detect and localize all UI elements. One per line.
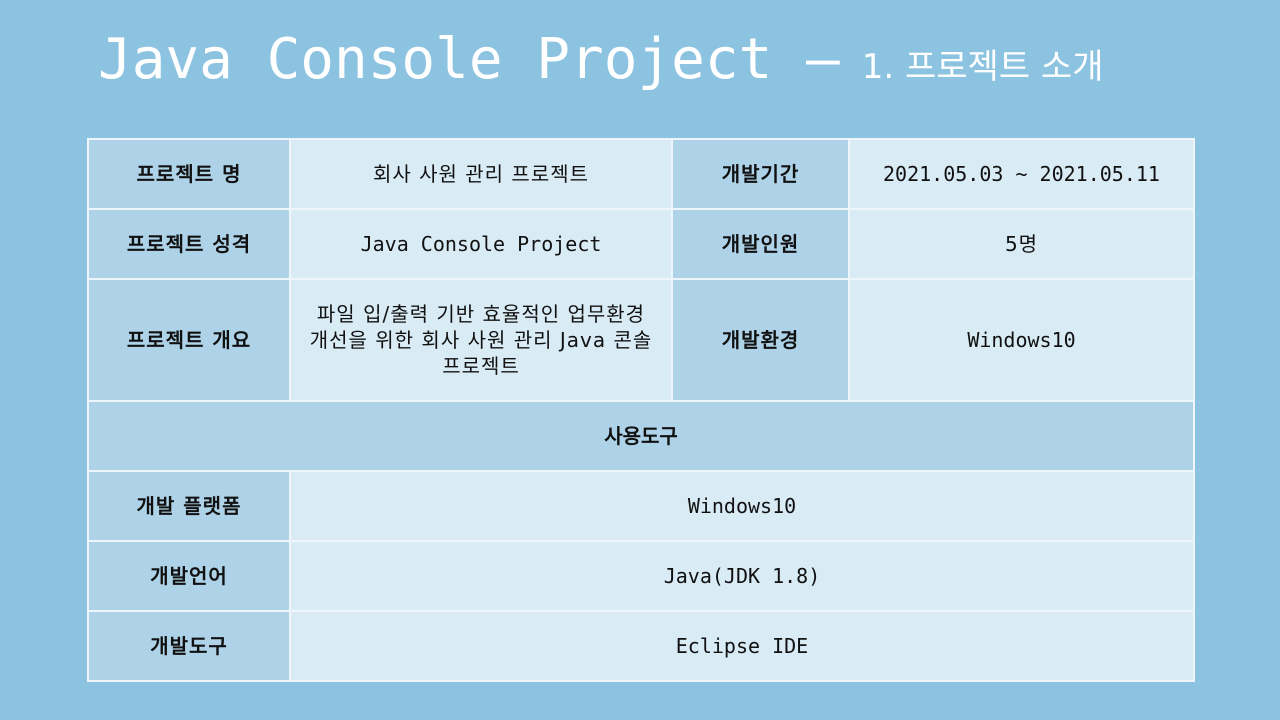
row-tools-section: 사용도구: [87, 400, 1195, 472]
dev-members-label: 개발인원: [671, 208, 850, 280]
row-project-nature: 프로젝트 성격 Java Console Project 개발인원 5명: [87, 208, 1195, 280]
row-dev-tool: 개발도구 Eclipse IDE: [87, 610, 1195, 682]
dev-members-value: 5명: [848, 208, 1195, 280]
dev-platform-value: Windows10: [289, 470, 1195, 542]
dev-platform-label: 개발 플랫폼: [87, 470, 291, 542]
slide-title: Java Console Project – 1. 프로젝트 소개: [98, 32, 1103, 88]
project-name-value: 회사 사원 관리 프로젝트: [289, 138, 673, 210]
dev-language-value: Java(JDK 1.8): [289, 540, 1195, 612]
row-dev-language: 개발언어 Java(JDK 1.8): [87, 540, 1195, 612]
dev-period-value: 2021.05.03 ~ 2021.05.11: [848, 138, 1195, 210]
project-info-table: 프로젝트 명 회사 사원 관리 프로젝트 개발기간 2021.05.03 ~ 2…: [87, 138, 1195, 682]
slide-title-main: Java Console Project –: [98, 27, 840, 92]
project-name-label: 프로젝트 명: [87, 138, 291, 210]
dev-period-label: 개발기간: [671, 138, 850, 210]
dev-tool-label: 개발도구: [87, 610, 291, 682]
dev-language-label: 개발언어: [87, 540, 291, 612]
dev-env-value: Windows10: [848, 278, 1195, 402]
project-nature-value: Java Console Project: [289, 208, 673, 280]
row-project-overview: 프로젝트 개요 파일 입/출력 기반 효율적인 업무환경 개선을 위한 회사 사…: [87, 278, 1195, 402]
dev-env-label: 개발환경: [671, 278, 850, 402]
row-dev-platform: 개발 플랫폼 Windows10: [87, 470, 1195, 542]
tools-section-header: 사용도구: [87, 400, 1195, 472]
row-project-name: 프로젝트 명 회사 사원 관리 프로젝트 개발기간 2021.05.03 ~ 2…: [87, 138, 1195, 210]
slide-title-sub: 1. 프로젝트 소개: [861, 47, 1104, 87]
project-overview-label: 프로젝트 개요: [87, 278, 291, 402]
project-nature-label: 프로젝트 성격: [87, 208, 291, 280]
project-overview-value: 파일 입/출력 기반 효율적인 업무환경 개선을 위한 회사 사원 관리 Jav…: [289, 278, 673, 402]
dev-tool-value: Eclipse IDE: [289, 610, 1195, 682]
